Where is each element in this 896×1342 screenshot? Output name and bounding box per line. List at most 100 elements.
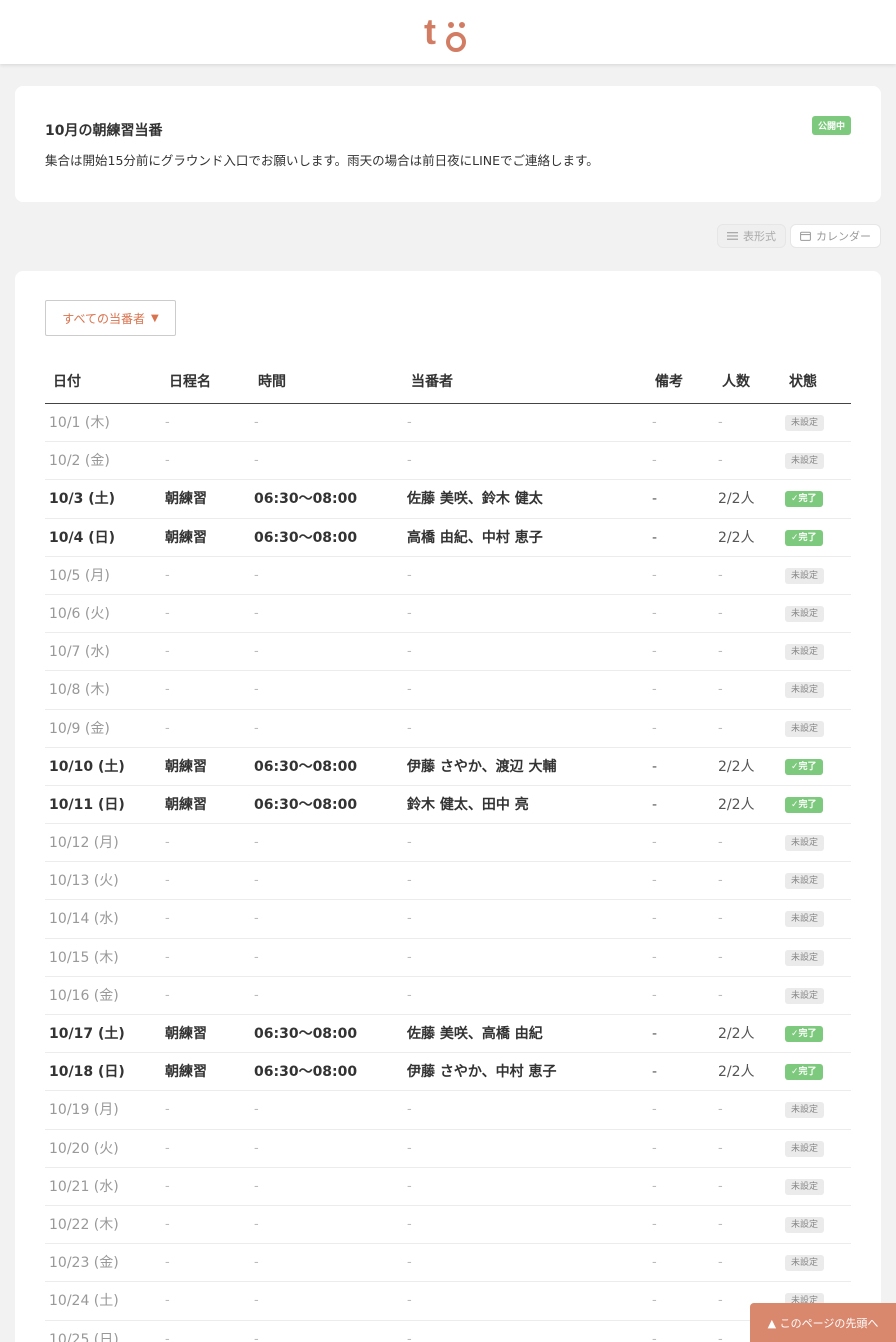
row-time: 06:30〜08:00 [254,796,358,813]
status-badge: 未設定 [785,911,825,928]
row-date: 10/2 (金) [49,453,110,470]
row-count: - [718,835,723,851]
table-row[interactable]: 10/2 (金) - - - - - 未設定 [45,442,851,481]
row-count: - [718,682,723,698]
row-event-name: - [165,1102,170,1118]
row-date: 10/21 (水) [49,1178,119,1195]
list-icon [727,232,738,240]
table-row[interactable]: 10/11 (日) 朝練習 06:30〜08:00 鈴木 健太、田中 亮 - 2/2人 ✓完… [45,786,851,825]
header-name: 日程名 [169,374,211,390]
row-count: - [718,987,723,1003]
row-event-name: 朝練習 [165,1064,207,1081]
row-time: 06:30〜08:00 [254,491,358,508]
row-time: - [254,415,259,430]
table-row[interactable]: 10/23 (金) - - - - - 未設定 [45,1244,851,1283]
status-badge: 未設定 [785,605,825,622]
row-members: - [407,1255,412,1271]
row-status: 未設定 [785,824,825,862]
row-date: 10/9 (金) [49,720,110,737]
row-count: 2/2人 [718,491,755,508]
row-time: - [254,720,259,736]
row-event-name: - [165,949,170,965]
table-row[interactable]: 10/16 (金) - - - - - 未設定 [45,977,851,1015]
row-event-name: - [165,1216,170,1232]
row-count: - [718,1255,723,1271]
table-view-button[interactable]: 表形式 [717,224,786,248]
row-count: - [718,1140,723,1156]
status-badge: 未設定 [785,1140,825,1157]
row-count: - [718,1178,723,1194]
row-count: - [718,567,723,583]
back-to-top-button[interactable]: ▲ このページの先頭へ [750,1303,896,1342]
calendar-view-label: カレンダー [816,230,871,243]
table-row[interactable]: 10/10 (土) 朝練習 06:30〜08:00 伊藤 さやか、渡辺 大輔 - 2/2人… [45,748,851,786]
member-filter-dropdown[interactable]: すべての当番者 ▼ [45,300,176,336]
table-row[interactable]: 10/8 (木) - - - - - 未設定 [45,671,851,710]
row-note: - [652,949,657,965]
row-date: 10/24 (土) [49,1293,119,1310]
view-toggle: 表形式 カレンダー [717,224,881,248]
row-time: 06:30〜08:00 [254,758,358,775]
header-who: 当番者 [411,374,453,390]
row-time: - [254,1293,259,1309]
table-row[interactable]: 10/12 (月) - - - - - 未設定 [45,824,851,863]
status-badge: 未設定 [785,987,825,1004]
header-note: 備考 [655,374,683,390]
row-note: - [652,1178,657,1194]
table-row[interactable]: 10/9 (金) - - - - - 未設定 [45,710,851,748]
row-note: - [652,796,658,813]
table-row[interactable]: 10/19 (月) - - - - - 未設定 [45,1091,851,1130]
row-date: 10/3 (土) [49,491,116,508]
row-note: - [652,987,657,1003]
row-date: 10/15 (木) [49,949,119,966]
row-members: - [407,835,412,851]
table-row[interactable]: 10/13 (火) - - - - - 未設定 [45,862,851,901]
row-event-name: - [165,1140,170,1156]
table-row[interactable]: 10/7 (水) - - - - - 未設定 [45,633,851,672]
table-row[interactable]: 10/24 (土) - - - - - 未設定 [45,1282,851,1321]
row-status: 未設定 [785,595,825,633]
row-members: - [407,873,412,889]
app-logo[interactable]: t [424,10,472,54]
table-row[interactable]: 10/3 (土) 朝練習 06:30〜08:00 佐藤 美咲、鈴木 健太 - 2/2人 ✓完… [45,480,851,519]
status-badge: ✓完了 [785,758,823,775]
schedule-description: 集合は開始15分前にグラウンド入口でお願いします。雨天の場合は前日夜にLINEで… [45,153,599,168]
table-row[interactable]: 10/14 (水) - - - - - 未設定 [45,900,851,939]
row-event-name: - [165,835,170,851]
row-members: - [407,1216,412,1232]
table-row[interactable]: 10/1 (木) - - - - - 未設定 [45,404,851,443]
status-badge: 未設定 [785,835,825,852]
row-note: - [652,682,657,698]
calendar-view-button[interactable]: カレンダー [790,224,881,248]
row-members: - [407,567,412,583]
row-time: - [254,1102,259,1118]
row-members: 佐藤 美咲、鈴木 健太 [407,491,543,508]
row-members: - [407,720,412,736]
row-status: 未設定 [785,977,825,1015]
row-date: 10/23 (金) [49,1255,119,1272]
table-row[interactable]: 10/6 (火) - - - - - 未設定 [45,595,851,634]
row-event-name: - [165,605,170,621]
row-count: 2/2人 [718,758,755,775]
table-row[interactable]: 10/25 (日)-----未設定 [45,1321,851,1342]
row-count: 2/2人 [718,1064,755,1081]
status-badge: 未設定 [785,415,825,431]
row-event-name: 朝練習 [165,491,207,508]
row-note: - [652,529,658,546]
table-row[interactable]: 10/17 (土) 朝練習 06:30〜08:00 佐藤 美咲、高橋 由紀 - 2/2人 ✓… [45,1015,851,1054]
status-badge: ✓完了 [785,796,823,813]
table-row[interactable]: 10/21 (水) - - - - - 未設定 [45,1168,851,1206]
table-row[interactable]: 10/20 (火) - - - - - 未設定 [45,1130,851,1168]
table-row[interactable]: 10/4 (日) 朝練習 06:30〜08:00 高橋 由紀、中村 恵子 - 2/2人 ✓完… [45,519,851,557]
table-row[interactable]: 10/5 (月) - - - - - 未設定 [45,557,851,595]
status-badge: 未設定 [785,1178,825,1195]
status-badge: ✓完了 [785,1026,823,1042]
table-row[interactable]: 10/18 (日) 朝練習 06:30〜08:00 伊藤 さやか、中村 恵子 - 2/2人… [45,1053,851,1092]
row-status: 未設定 [785,862,825,900]
row-event-name: - [165,644,170,660]
row-count: - [718,453,723,469]
table-row[interactable]: 10/22 (木) - - - - - 未設定 [45,1206,851,1245]
table-row[interactable]: 10/15 (木) - - - - - 未設定 [45,939,851,977]
row-date: 10/11 (日) [49,796,125,813]
row-count: 2/2人 [718,1026,755,1042]
